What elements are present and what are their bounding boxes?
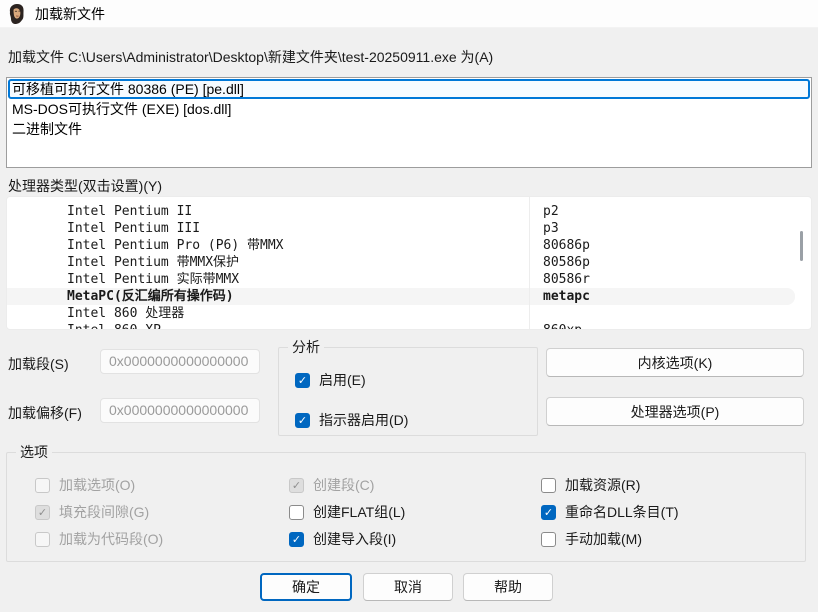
checkbox-label: 创建段(C) [313, 475, 374, 495]
checkbox-label: 启用(E) [319, 370, 366, 390]
processor-name: Intel 860 处理器 [7, 305, 529, 322]
checkbox-box[interactable]: ✓ [295, 413, 310, 428]
processor-name: Intel Pentium Pro (P6) 带MMX [7, 237, 529, 254]
checkbox-label: 重命名DLL条目(T) [565, 502, 679, 522]
checkbox-box: ✓ [289, 478, 304, 493]
processor-id: 860xp [529, 322, 811, 330]
option-checkbox[interactable]: ✓ 创建导入段(I) [289, 529, 396, 549]
option-checkbox[interactable]: 加载资源(R) [541, 475, 640, 495]
analysis-checkbox[interactable]: ✓ 启用(E) [295, 370, 366, 390]
file-format-list[interactable]: 可移植可执行文件 80386 (PE) [pe.dll]MS-DOS可执行文件 … [6, 77, 812, 168]
option-checkbox[interactable]: 创建FLAT组(L) [289, 502, 405, 522]
scrollbar-thumb[interactable] [800, 231, 803, 261]
processor-id: 80686p [529, 237, 811, 254]
column-separator [529, 197, 530, 330]
ok-button[interactable]: 确定 [260, 573, 352, 601]
option-checkbox[interactable]: 手动加载(M) [541, 529, 642, 549]
checkbox-box[interactable] [541, 478, 556, 493]
cancel-button[interactable]: 取消 [363, 573, 453, 601]
option-checkbox: ✓ 填充段间隙(G) [35, 502, 149, 522]
format-item[interactable]: 二进制文件 [8, 119, 810, 139]
checkbox-box [35, 532, 50, 547]
processor-name: Intel Pentium II [7, 203, 529, 220]
checkbox-box [35, 478, 50, 493]
analysis-group-title: 分析 [288, 339, 324, 356]
analysis-group: 分析 ✓启用(E)✓指示器启用(D) [278, 347, 538, 436]
processor-row[interactable]: Intel 860 处理器 [7, 305, 811, 322]
checkbox-box[interactable]: ✓ [289, 532, 304, 547]
processor-row[interactable]: Intel Pentium Pro (P6) 带MMX80686p [7, 237, 811, 254]
processor-name: Intel Pentium 实际带MMX [7, 271, 529, 288]
processor-name: Intel Pentium 带MMX保护 [7, 254, 529, 271]
processor-name: Intel Pentium III [7, 220, 529, 237]
checkbox-box[interactable]: ✓ [541, 505, 556, 520]
loading-offset-input: 0x0000000000000000 [100, 398, 260, 423]
checkbox-label: 加载选项(O) [59, 475, 135, 495]
processor-row[interactable]: Intel Pentium IIp2 [7, 203, 811, 220]
processor-type-label: 处理器类型(双击设置)(Y) [8, 176, 162, 196]
loading-segment-input: 0x0000000000000000 [100, 349, 260, 374]
checkbox-label: 指示器启用(D) [319, 410, 408, 430]
checkbox-box[interactable]: ✓ [295, 373, 310, 388]
help-button[interactable]: 帮助 [463, 573, 553, 601]
analysis-checkbox[interactable]: ✓ 指示器启用(D) [295, 410, 408, 430]
options-group-title: 选项 [16, 444, 52, 461]
processor-id: p3 [529, 220, 811, 237]
option-checkbox: ✓ 创建段(C) [289, 475, 374, 495]
processor-id [529, 305, 811, 322]
option-checkbox[interactable]: ✓ 重命名DLL条目(T) [541, 502, 679, 522]
kernel-options-button[interactable]: 内核选项(K) [546, 348, 804, 377]
window-title: 加载新文件 [35, 4, 105, 24]
checkbox-box[interactable] [541, 532, 556, 547]
checkbox-box: ✓ [35, 505, 50, 520]
option-checkbox: 加载选项(O) [35, 475, 135, 495]
load-file-as-label: 加载文件 C:\Users\Administrator\Desktop\新建文件… [8, 47, 493, 67]
processor-id: 80586p [529, 254, 811, 271]
loading-offset-label: 加载偏移(F) [8, 403, 82, 423]
load-new-file-dialog: 加载新文件 加载文件 C:\Users\Administrator\Deskto… [0, 0, 818, 612]
processor-options-button[interactable]: 处理器选项(P) [546, 397, 804, 426]
checkbox-box[interactable] [289, 505, 304, 520]
processor-row[interactable]: MetaPC(反汇编所有操作码)metapc [7, 288, 795, 305]
processor-id: metapc [529, 288, 795, 305]
processor-row[interactable]: Intel 860 XP860xp [7, 322, 811, 330]
processor-row[interactable]: Intel Pentium 带MMX保护80586p [7, 254, 811, 271]
processor-name: Intel 860 XP [7, 322, 529, 330]
processor-name: MetaPC(反汇编所有操作码) [7, 288, 529, 305]
options-group: 选项 加载选项(O)✓填充段间隙(G)加载为代码段(O)✓创建段(C)创建FLA… [6, 452, 806, 562]
checkbox-label: 加载资源(R) [565, 475, 640, 495]
title-bar[interactable]: 加载新文件 [0, 0, 818, 28]
checkbox-label: 手动加载(M) [565, 529, 642, 549]
format-item[interactable]: MS-DOS可执行文件 (EXE) [dos.dll] [8, 99, 810, 119]
ida-app-icon [7, 3, 27, 25]
loading-segment-label: 加载段(S) [8, 354, 69, 374]
processor-row[interactable]: Intel Pentium 实际带MMX80586r [7, 271, 811, 288]
processor-id: 80586r [529, 271, 811, 288]
processor-row[interactable]: Intel Pentium IIIp3 [7, 220, 811, 237]
option-checkbox: 加载为代码段(O) [35, 529, 163, 549]
processor-list[interactable]: Intel Pentium IIp2Intel Pentium IIIp3Int… [6, 196, 812, 330]
checkbox-label: 创建导入段(I) [313, 529, 396, 549]
checkbox-label: 填充段间隙(G) [59, 502, 149, 522]
checkbox-label: 创建FLAT组(L) [313, 502, 405, 522]
format-item[interactable]: 可移植可执行文件 80386 (PE) [pe.dll] [8, 79, 810, 99]
processor-id: p2 [529, 203, 811, 220]
checkbox-label: 加载为代码段(O) [59, 529, 163, 549]
